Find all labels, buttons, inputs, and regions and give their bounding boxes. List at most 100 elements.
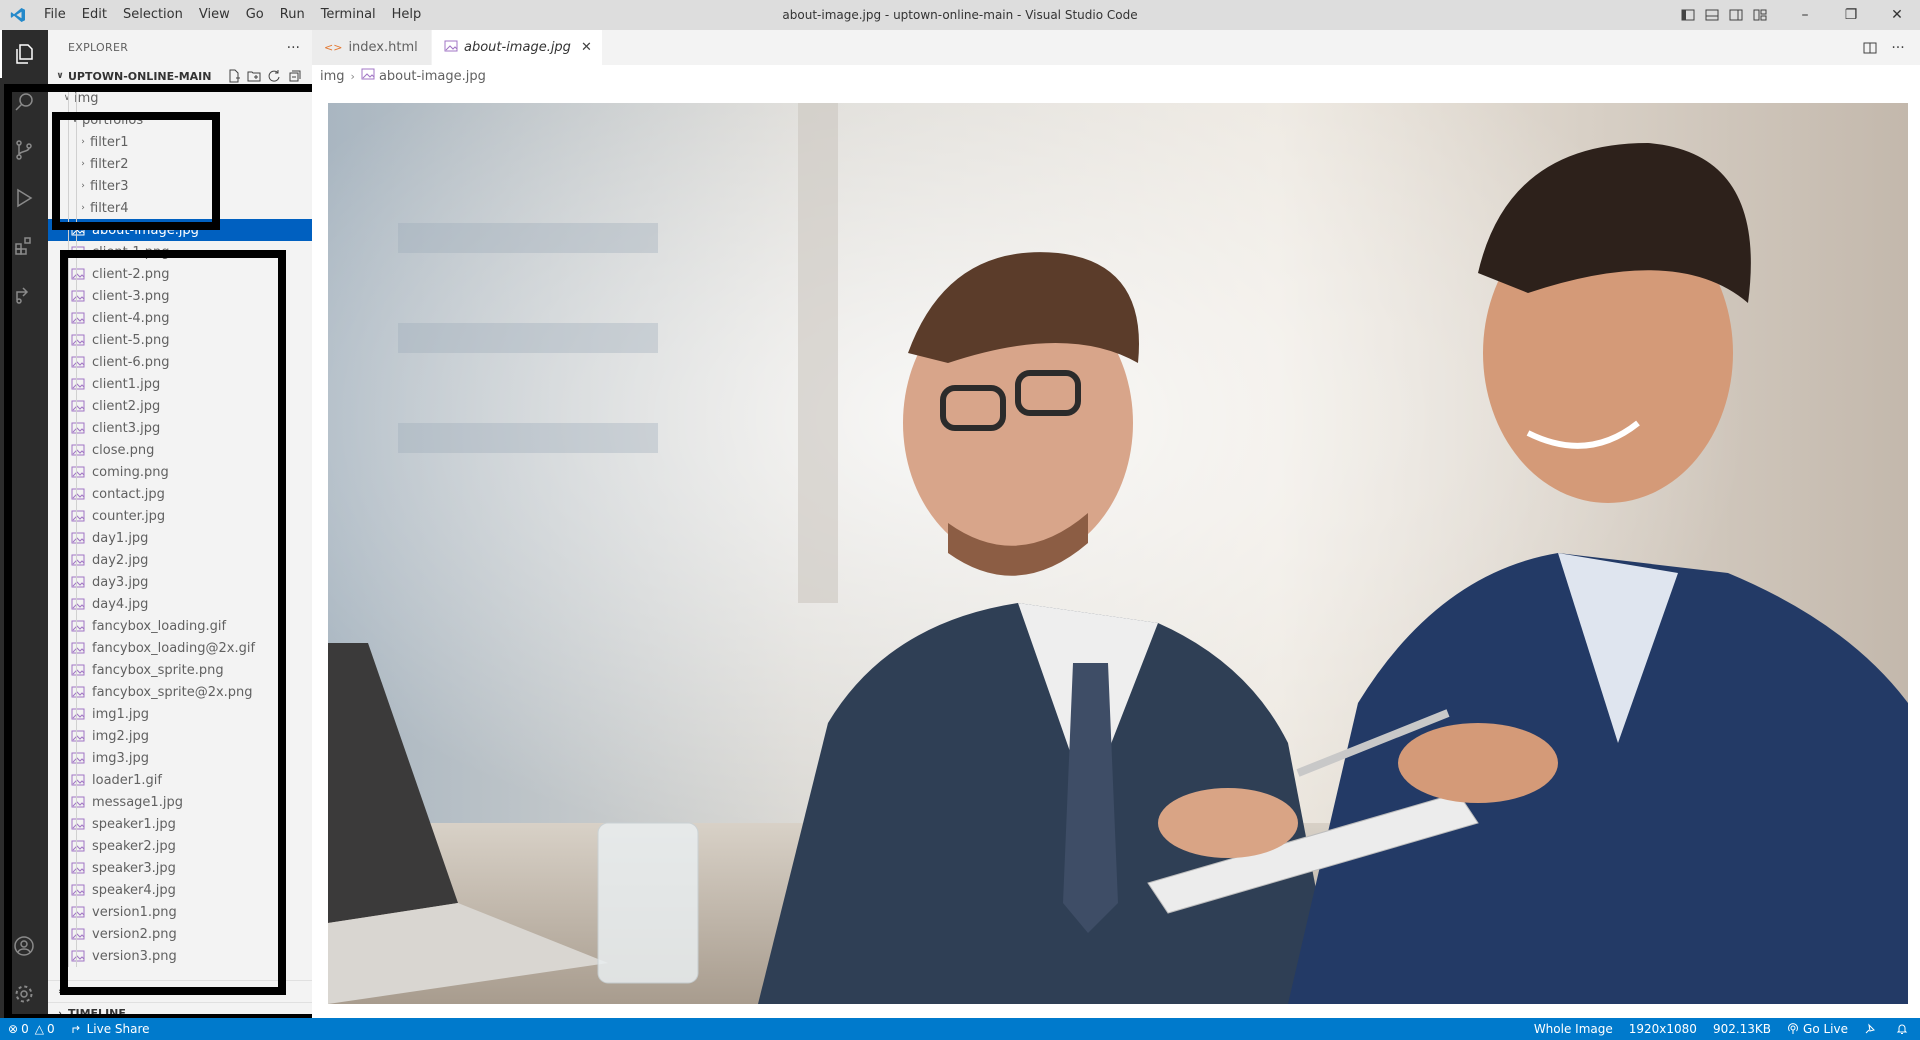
tree-file-item[interactable]: day2.jpg — [48, 549, 312, 571]
tree-file-item[interactable]: message1.jpg — [48, 791, 312, 813]
workspace-section-header[interactable]: ∨ UPTOWN-ONLINE-MAIN — [48, 65, 312, 87]
file-list: client-1.png client-2.png client-3.png clie… — [48, 241, 312, 967]
close-tab-icon[interactable]: ✕ — [581, 40, 592, 55]
outline-label: OUTLINE — [68, 985, 122, 998]
toggle-sidebar-icon[interactable] — [1676, 0, 1700, 30]
live-share-icon — [72, 1025, 80, 1033]
tree-file-item[interactable]: fancybox_loading@2x.gif — [48, 637, 312, 659]
tree-file-item[interactable]: speaker2.jpg — [48, 835, 312, 857]
tree-file-item[interactable]: fancybox_sprite.png — [48, 659, 312, 681]
refresh-icon[interactable] — [264, 66, 284, 86]
tree-file-item[interactable]: client1.jpg — [48, 373, 312, 395]
tree-file-item[interactable]: version1.png — [48, 901, 312, 923]
toggle-secondary-sidebar-icon[interactable] — [1724, 0, 1748, 30]
breadcrumb: img › about-image.jpg — [312, 65, 1920, 87]
tab-about-image[interactable]: about-image.jpg ✕ — [432, 30, 603, 65]
tree-file-item[interactable]: client-3.png — [48, 285, 312, 307]
go-live-button[interactable]: Go Live — [1779, 1018, 1856, 1040]
tree-file-item[interactable]: client-2.png — [48, 263, 312, 285]
tree-file-item[interactable]: day1.jpg — [48, 527, 312, 549]
extensions-icon[interactable] — [0, 222, 48, 270]
accounts-icon[interactable] — [0, 922, 48, 970]
tree-file-item[interactable]: speaker1.jpg — [48, 813, 312, 835]
tree-folder-filter2[interactable]: › filter2 — [48, 153, 312, 175]
explorer-icon[interactable] — [0, 30, 48, 78]
toggle-panel-icon[interactable] — [1700, 0, 1724, 30]
run-debug-icon[interactable] — [0, 174, 48, 222]
vscode-logo-icon[interactable] — [0, 0, 36, 30]
problems-indicator[interactable]: ⊗ 0 △ 0 — [0, 1018, 63, 1040]
tree-file-item[interactable]: client-4.png — [48, 307, 312, 329]
image-file-icon — [70, 861, 86, 875]
image-file-icon — [70, 663, 86, 677]
menu-help[interactable]: Help — [384, 0, 430, 30]
file-label: counter.jpg — [92, 508, 166, 524]
feedback-icon[interactable] — [1856, 1018, 1888, 1040]
tree-file-item[interactable]: speaker4.jpg — [48, 879, 312, 901]
minimize-button[interactable]: – — [1782, 0, 1828, 30]
live-share-status[interactable]: Live Share — [63, 1018, 158, 1040]
tree-file-item[interactable]: client3.jpg — [48, 417, 312, 439]
file-label: client-3.png — [92, 288, 170, 304]
image-preview[interactable] — [328, 103, 1908, 1004]
more-actions-icon[interactable]: ··· — [287, 40, 300, 56]
tree-file-item[interactable]: img3.jpg — [48, 747, 312, 769]
tree-file-item[interactable]: fancybox_sprite@2x.png — [48, 681, 312, 703]
breadcrumb-folder[interactable]: img — [320, 69, 345, 84]
menu-view[interactable]: View — [191, 0, 238, 30]
source-control-icon[interactable] — [0, 126, 48, 174]
tree-file-item[interactable]: day3.jpg — [48, 571, 312, 593]
more-actions-icon[interactable]: ··· — [1884, 34, 1912, 62]
tree-file-item[interactable]: img1.jpg — [48, 703, 312, 725]
tree-file-item[interactable]: day4.jpg — [48, 593, 312, 615]
tree-file-item[interactable]: contact.jpg — [48, 483, 312, 505]
tree-file-item[interactable]: img2.jpg — [48, 725, 312, 747]
image-file-icon — [70, 267, 86, 281]
settings-gear-icon[interactable] — [0, 970, 48, 1018]
tree-file-selected[interactable]: about-image.jpg — [48, 219, 312, 241]
tree-file-item[interactable]: client-6.png — [48, 351, 312, 373]
timeline-section-header[interactable]: › TIMELINE — [48, 1002, 312, 1018]
tree-file-item[interactable]: loader1.gif — [48, 769, 312, 791]
new-folder-icon[interactable] — [244, 66, 264, 86]
tree-folder-filter1[interactable]: › filter1 — [48, 131, 312, 153]
search-icon[interactable] — [0, 78, 48, 126]
tree-file-item[interactable]: counter.jpg — [48, 505, 312, 527]
close-window-button[interactable]: ✕ — [1874, 0, 1920, 30]
tree-folder-img[interactable]: ∨ img — [48, 87, 312, 109]
menu-selection[interactable]: Selection — [115, 0, 191, 30]
tab-label: about-image.jpg — [464, 40, 571, 55]
menu-go[interactable]: Go — [238, 0, 272, 30]
new-file-icon[interactable] — [224, 66, 244, 86]
notifications-bell-icon[interactable] — [1888, 1018, 1920, 1040]
image-file-icon — [70, 245, 86, 259]
tree-folder-filter4[interactable]: › filter4 — [48, 197, 312, 219]
tree-file-item[interactable]: client-5.png — [48, 329, 312, 351]
restore-button[interactable]: ❐ — [1828, 0, 1874, 30]
menu-run[interactable]: Run — [272, 0, 313, 30]
customize-layout-icon[interactable] — [1748, 0, 1772, 30]
breadcrumb-file[interactable]: about-image.jpg — [379, 69, 486, 84]
tree-file-item[interactable]: version3.png — [48, 945, 312, 967]
file-label: fancybox_loading.gif — [92, 618, 227, 634]
tree-file-item[interactable]: client2.jpg — [48, 395, 312, 417]
zoom-status[interactable]: Whole Image — [1526, 1018, 1621, 1040]
tree-file-item[interactable]: close.png — [48, 439, 312, 461]
tree-file-item[interactable]: client-1.png — [48, 241, 312, 263]
collapse-all-icon[interactable] — [284, 66, 304, 86]
tree-file-item[interactable]: fancybox_loading.gif — [48, 615, 312, 637]
menu-file[interactable]: File — [36, 0, 74, 30]
tree-file-item[interactable]: coming.png — [48, 461, 312, 483]
editor-scrollbar[interactable] — [312, 87, 326, 1018]
chevron-down-icon: ∨ — [71, 115, 79, 125]
tree-folder-filter3[interactable]: › filter3 — [48, 175, 312, 197]
tree-folder-portfolios[interactable]: ∨ portfolios — [48, 109, 312, 131]
split-editor-icon[interactable] — [1856, 34, 1884, 62]
live-share-icon[interactable] — [0, 270, 48, 318]
outline-section-header[interactable]: › OUTLINE — [48, 980, 312, 1002]
menu-terminal[interactable]: Terminal — [313, 0, 384, 30]
menu-edit[interactable]: Edit — [74, 0, 115, 30]
tree-file-item[interactable]: speaker3.jpg — [48, 857, 312, 879]
tab-index-html[interactable]: <> index.html — [312, 30, 432, 65]
tree-file-item[interactable]: version2.png — [48, 923, 312, 945]
